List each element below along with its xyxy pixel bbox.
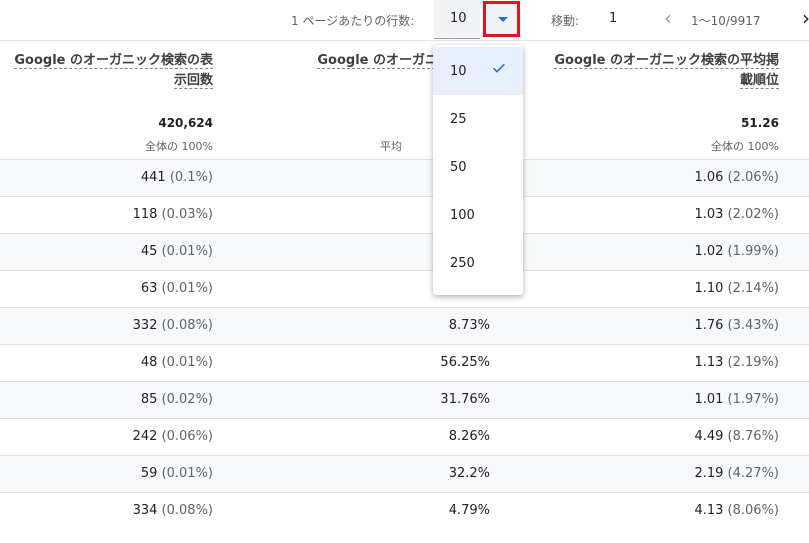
pagination-bar: 1 ページあたりの行数: 10 移動: 1 ‹ 1〜10/9917 ›: [0, 0, 809, 40]
rows-per-page-select[interactable]: 10: [434, 0, 480, 39]
impressions-cell: 334 (0.08%): [132, 503, 213, 518]
table-row: 85 (0.02%) 31.76% 1.01 (1.97%): [0, 381, 809, 418]
position-cell: 1.06 (2.06%): [694, 170, 779, 185]
column-header-impressions[interactable]: Google のオーガニック検索の表示回数: [8, 51, 213, 91]
rows-per-page-value: 10: [450, 11, 467, 26]
table-row: 242 (0.06%) 8.26% 4.49 (8.76%): [0, 418, 809, 455]
ctr-cell: 8.26%: [448, 429, 490, 444]
ctr-cell: 31.76%: [440, 392, 490, 407]
table-row: 59 (0.01%) 32.2% 2.19 (4.27%): [0, 455, 809, 492]
goto-page-input[interactable]: 1: [609, 11, 617, 26]
position-cell: 1.02 (1.99%): [694, 244, 779, 259]
impressions-cell: 45 (0.01%): [140, 244, 213, 259]
header-divider: [0, 40, 809, 41]
total-impressions-pct: 全体の 100%: [145, 140, 213, 153]
impressions-cell: 48 (0.01%): [140, 355, 213, 370]
position-cell: 4.13 (8.06%): [694, 503, 779, 518]
column-header-position[interactable]: Google のオーガニック検索の平均掲載順位: [545, 51, 779, 91]
page-range: 1〜10/9917: [691, 14, 761, 28]
next-page-icon[interactable]: ›: [802, 8, 809, 28]
check-icon: [493, 63, 505, 73]
table-row: 332 (0.08%) 8.73% 1.76 (3.43%): [0, 307, 809, 344]
rows-option-label: 10: [450, 64, 467, 79]
impressions-cell: 63 (0.01%): [140, 281, 213, 296]
goto-label: 移動:: [551, 14, 580, 28]
rows-per-page-dropdown-button[interactable]: [483, 1, 520, 37]
rows-option-label: 100: [450, 208, 475, 223]
table-row: 118 (0.03%) 1.03 (2.02%): [0, 196, 809, 233]
position-cell: 2.19 (4.27%): [694, 466, 779, 481]
total-position: 51.26: [741, 116, 779, 130]
impressions-cell: 332 (0.08%): [132, 318, 213, 333]
rows-option-label: 250: [450, 256, 475, 271]
ctr-cell: 8.73%: [448, 318, 490, 333]
ctr-cell: 32.2%: [448, 466, 490, 481]
table-row: 63 (0.01%) 1.10 (2.14%): [0, 270, 809, 307]
rows-per-page-menu: 10 25 50 100 250: [433, 45, 523, 295]
total-position-pct: 全体の 100%: [711, 140, 779, 153]
table-row: 334 (0.08%) 4.79% 4.13 (8.06%): [0, 492, 809, 529]
impressions-cell: 59 (0.01%): [140, 466, 213, 481]
rows-option-25[interactable]: 25: [433, 95, 523, 143]
impressions-cell: 441 (0.1%): [140, 170, 213, 185]
caret-down-icon: [498, 17, 508, 22]
rows-option-label: 25: [450, 112, 467, 127]
rows-option-label: 50: [450, 160, 467, 175]
position-cell: 1.10 (2.14%): [694, 281, 779, 296]
position-cell: 1.01 (1.97%): [694, 392, 779, 407]
impressions-cell: 85 (0.02%): [140, 392, 213, 407]
impressions-cell: 242 (0.06%): [132, 429, 213, 444]
position-cell: 4.49 (8.76%): [694, 429, 779, 444]
position-cell: 1.03 (2.02%): [694, 207, 779, 222]
rows-option-250[interactable]: 250: [433, 239, 523, 287]
impressions-cell: 118 (0.03%): [132, 207, 213, 222]
prev-page-icon[interactable]: ‹: [664, 8, 672, 28]
position-cell: 1.13 (2.19%): [694, 355, 779, 370]
table-row: 441 (0.1%) 1.06 (2.06%): [0, 159, 809, 196]
rows-option-50[interactable]: 50: [433, 143, 523, 191]
total-ctr-pct: 平均: [380, 140, 402, 153]
table-row: 48 (0.01%) 56.25% 1.13 (2.19%): [0, 344, 809, 381]
table-row: 45 (0.01%) 1.02 (1.99%): [0, 233, 809, 270]
ctr-cell: 4.79%: [448, 503, 490, 518]
rows-option-10[interactable]: 10: [433, 47, 523, 95]
ctr-cell: 56.25%: [440, 355, 490, 370]
rows-option-100[interactable]: 100: [433, 191, 523, 239]
total-impressions: 420,624: [158, 116, 213, 130]
data-table-body: 441 (0.1%) 1.06 (2.06%) 118 (0.03%) 1.03 (2…: [0, 159, 809, 529]
position-cell: 1.76 (3.43%): [694, 318, 779, 333]
rows-per-page-label: 1 ページあたりの行数:: [291, 14, 415, 28]
